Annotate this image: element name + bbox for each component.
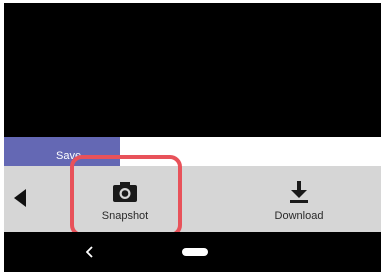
system-nav-bar (4, 232, 381, 272)
video-viewport (4, 3, 381, 137)
app-screen: Save Snapshot Download (4, 3, 381, 272)
download-icon (285, 180, 313, 204)
home-pill-icon[interactable] (182, 248, 208, 256)
triangle-left-icon (14, 189, 26, 207)
save-bar[interactable]: Save (4, 137, 381, 166)
toolbar-back-button[interactable] (10, 185, 30, 211)
download-label: Download (274, 210, 324, 222)
nav-back-button[interactable] (83, 244, 97, 260)
snapshot-highlight-outline (70, 155, 182, 237)
download-button[interactable]: Download (244, 172, 354, 228)
bottom-toolbar: Snapshot Download (4, 166, 381, 232)
chevron-left-icon (86, 246, 93, 258)
